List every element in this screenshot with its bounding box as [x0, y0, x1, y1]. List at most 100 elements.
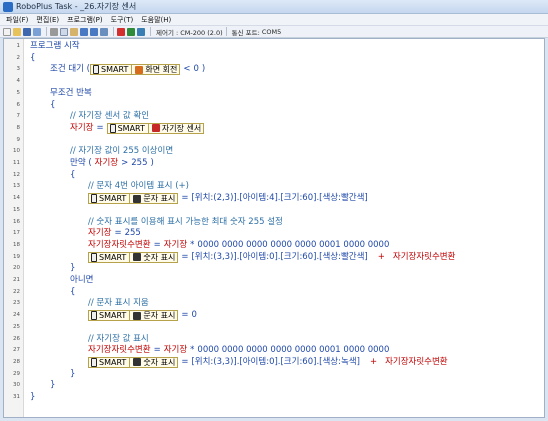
copy-icon[interactable] [60, 27, 68, 36]
code-line[interactable]: 11 만약 (자기장 >255) [4, 158, 544, 169]
code-line[interactable]: 8 자기장 = SMART 자기장 센서 [4, 122, 544, 134]
code-line[interactable]: 15 [4, 205, 544, 216]
code-line[interactable]: 26 // 자기장 값 표시 [4, 334, 544, 345]
brace: } [70, 263, 76, 274]
value: [위치:(3,3)].[아이템:0].[크기:60].[색상:녹색] [191, 356, 360, 367]
code-line[interactable]: 22 { [4, 287, 544, 298]
line-number: 6 [16, 101, 21, 108]
device-label: SMART [101, 65, 129, 75]
save-icon[interactable] [23, 27, 31, 36]
line-number: 10 [13, 148, 20, 155]
code-line[interactable]: 1 프로그램 시작 [4, 41, 544, 52]
code-line[interactable]: 9 [4, 135, 544, 146]
menu-help[interactable]: 도움말(H) [141, 15, 171, 25]
code-content: // 자기장 값 표시 [88, 334, 149, 345]
code-content: 만약 (자기장 >255) [70, 158, 154, 169]
compile-check-icon[interactable] [117, 27, 125, 36]
smart-device-block[interactable]: SMART 숫자 표시 [88, 251, 179, 263]
code-line[interactable]: 28 SMART 숫자 표시 = [위치:(3,3)].[아이템:0].[크기:60].… [4, 356, 544, 368]
code-content: SMART 문자 표시 = 0 [88, 310, 197, 322]
operator: = [114, 228, 122, 239]
code-content: 프로그램 시작 [30, 41, 80, 52]
find-icon[interactable] [100, 27, 108, 36]
debug-icon[interactable] [137, 27, 145, 36]
code-line[interactable]: 24 SMART 문자 표시 = 0 [4, 310, 544, 322]
smart-device-block[interactable]: SMART 숫자 표시 [88, 356, 179, 368]
code-content: SMART 숫자 표시 = [위치:(3,3)].[아이템:0].[크기:60].[색… [88, 251, 455, 263]
paste-icon[interactable] [70, 27, 78, 36]
code-line[interactable]: 12 { [4, 170, 544, 181]
app-icon [3, 1, 13, 12]
code-line[interactable]: 23 // 문자 표시 지움 [4, 298, 544, 309]
code-line[interactable]: 25 [4, 322, 544, 333]
code-line[interactable]: 29} [4, 369, 544, 380]
function-label: 숫자 표시 [143, 252, 176, 262]
open-folder-icon[interactable] [13, 27, 21, 36]
device-label: SMART [99, 252, 127, 262]
smart-device-block[interactable]: SMART 자기장 센서 [106, 122, 205, 134]
operator: = [181, 251, 189, 262]
line-number: 5 [16, 89, 21, 96]
code-line[interactable]: 6{ [4, 100, 544, 111]
code-line[interactable]: 14 SMART 문자 표시 = [위치:(2,3)].[아이템:4].[크기:60].… [4, 193, 544, 205]
keyword: 아니면 [70, 275, 94, 285]
code-line[interactable]: 2{ [4, 53, 544, 64]
code-line[interactable]: 4 [4, 76, 544, 87]
brace: } [70, 368, 76, 379]
line-number: 1 [16, 43, 21, 49]
download-icon[interactable] [127, 27, 135, 36]
smart-device-block[interactable]: SMART 문자 표시 [88, 193, 179, 205]
smart-device-block[interactable]: SMART 화면 회전 [90, 64, 181, 76]
menu-edit[interactable]: 편집(E) [36, 15, 59, 25]
line-number: 9 [16, 136, 21, 143]
code-line[interactable]: 31} [4, 392, 544, 403]
device-label: SMART [117, 123, 145, 133]
device-label: SMART [99, 194, 127, 204]
line-number: 2 [16, 54, 21, 61]
operator: = [181, 193, 189, 204]
code-line[interactable]: 5 무조건 반복 [4, 88, 544, 99]
value: 0 [191, 310, 197, 321]
code-line[interactable]: 27 자기장자릿수변환 = 자기장 * 0000 0000 0000 0000 0000 … [4, 345, 544, 356]
comment: // 문자 표시 지움 [88, 298, 149, 309]
code-line[interactable]: 17 자기장 = 255 [4, 228, 544, 239]
save-all-icon[interactable] [33, 27, 41, 36]
code-content: // 숫자 표시를 이용해 표시 가능한 최대 숫자 255 설정 [88, 217, 283, 228]
code-line[interactable]: 16 // 숫자 표시를 이용해 표시 가능한 최대 숫자 255 설정 [4, 217, 544, 228]
line-number: 30 [13, 382, 20, 389]
window-title: RoboPlus Task - _26.자기장 센서 [16, 2, 137, 11]
function-label: 화면 회전 [145, 65, 178, 75]
code-content: { [70, 170, 75, 181]
code-editor[interactable]: 1 프로그램 시작 2{3 조건 대기 (SMART 화면 회전 <0) 4 5 무조건 반복 6… [3, 38, 545, 418]
display-icon [133, 194, 142, 203]
port-value[interactable]: COM5 [262, 28, 281, 36]
smart-device-block[interactable]: SMART 문자 표시 [88, 310, 179, 322]
block-separator [131, 65, 133, 75]
block-separator [129, 252, 131, 262]
menu-program[interactable]: 프로그램(P) [67, 15, 102, 25]
comment: // 자기장 값 표시 [88, 333, 149, 344]
code-line[interactable]: 21 아니면 [4, 275, 544, 286]
variable: 자기장 [94, 158, 119, 168]
keyword: 만약 ( [70, 158, 92, 168]
code-line[interactable]: 19 SMART 숫자 표시 = [위치:(3,3)].[아이템:0].[크기:60].… [4, 251, 544, 263]
variable: 자기장자릿수변환 [88, 239, 151, 250]
code-line[interactable]: 10 // 자기장 값이 255 이상이면 [4, 146, 544, 157]
redo-icon[interactable] [90, 27, 98, 36]
code-line[interactable]: 13 // 문자 4번 아이템 표시 (+) [4, 181, 544, 192]
new-file-icon[interactable] [3, 27, 11, 36]
code-line[interactable]: 7 // 자기장 센서 값 확인 [4, 111, 544, 122]
code-content: 자기장자릿수변환 = 자기장 * 0000 0000 0000 0000 0000 00… [88, 345, 389, 356]
brace: { [30, 52, 36, 63]
undo-icon[interactable] [80, 27, 88, 36]
code-line[interactable]: 3 조건 대기 (SMART 화면 회전 <0) [4, 64, 544, 76]
menu-tools[interactable]: 도구(T) [111, 15, 134, 25]
code-line[interactable]: 18 자기장자릿수변환 = 자기장 * 0000 0000 0000 0000 0000 … [4, 240, 544, 251]
value: 255 [124, 228, 141, 239]
line-number: 11 [13, 160, 20, 166]
menu-file[interactable]: 파일(F) [6, 15, 28, 25]
cut-icon[interactable] [50, 27, 58, 36]
code-line[interactable]: 30} [4, 380, 544, 391]
code-line[interactable]: 20} [4, 263, 544, 274]
line-number: 8 [16, 124, 21, 131]
